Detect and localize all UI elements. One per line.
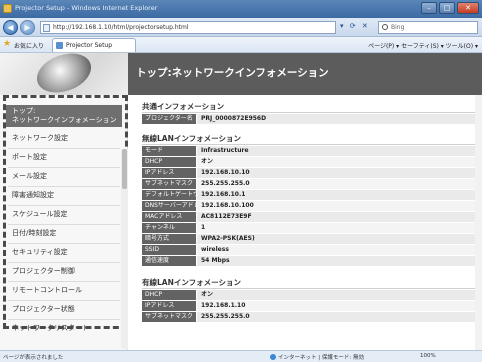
info-key: プロジェクター名 — [142, 114, 196, 124]
info-key: モード — [142, 146, 196, 156]
info-row: MACアドレス AC8112E73E9F — [142, 212, 482, 222]
favorites-label[interactable]: お気に入り — [14, 41, 44, 50]
info-value: PRJ_0000872E956D — [197, 114, 482, 124]
info-value: wireless — [197, 245, 482, 255]
info-row: チャンネル 1 — [142, 223, 482, 233]
info-key: 暗号方式 — [142, 234, 196, 244]
window-title: Projector Setup - Windows Internet Explo… — [15, 4, 158, 12]
info-key: SSID — [142, 245, 196, 255]
sidebar-highlight-frame — [3, 95, 128, 329]
page-header: トップ:ネットワークインフォメーション — [128, 53, 482, 95]
maximize-button[interactable]: □ — [439, 2, 455, 14]
sidebar-scrollbar[interactable] — [121, 149, 128, 349]
navigation-bar: ◀ ▶ http://192.168.1.10/html/projectorse… — [0, 18, 482, 37]
address-url[interactable]: http://192.168.1.10/html/projectorsetup.… — [53, 24, 189, 31]
info-row: サブネットマスク 255.255.255.0 — [142, 312, 482, 322]
info-row: 暗号方式 WPA2-PSK(AES) — [142, 234, 482, 244]
back-button[interactable]: ◀ — [3, 20, 18, 35]
browser-tab[interactable]: Projector Setup — [52, 38, 136, 52]
info-row: DNSサーバーアドレス 192.168.10.100 — [142, 201, 482, 211]
favorites-bar: ★ お気に入り Projector Setup ページ(P) ▾ セーフティ(S… — [0, 37, 482, 53]
search-box[interactable]: Bing — [378, 21, 478, 34]
web-page: トップ:ネットワークインフォメーション トップ: ネットワークインフォメーション… — [0, 46, 482, 350]
info-key: MACアドレス — [142, 212, 196, 222]
status-bar: ページが表示されました インターネット | 保護モード: 無効 100% — [0, 350, 482, 362]
security-zone: インターネット | 保護モード: 無効 — [270, 353, 364, 361]
info-key: IPアドレス — [142, 168, 196, 178]
info-row: DHCP オン — [142, 157, 482, 167]
search-icon — [382, 24, 388, 30]
info-key: DHCP — [142, 290, 196, 300]
info-key: 通信速度 — [142, 256, 196, 266]
info-value: 192.168.10.10 — [197, 168, 482, 178]
info-key: サブネットマスク — [142, 179, 196, 189]
info-value: 1 — [197, 223, 482, 233]
section-divider — [142, 144, 482, 145]
info-value: 255.255.255.0 — [197, 312, 482, 322]
info-row: 通信速度 54 Mbps — [142, 256, 482, 266]
projector-logo — [0, 46, 128, 100]
section-title-wired: 有線LANインフォメーション — [142, 278, 241, 287]
info-key: IPアドレス — [142, 301, 196, 311]
info-row: IPアドレス 192.168.1.10 — [142, 301, 482, 311]
network-information-panel: 共通インフォメーション プロジェクター名 PRJ_0000872E956D 無線… — [138, 95, 482, 350]
projector-lens-image — [31, 46, 97, 100]
zoom-level[interactable]: 100% — [420, 353, 436, 359]
info-row: SSID wireless — [142, 245, 482, 255]
section-title-common: 共通インフォメーション — [142, 102, 225, 111]
tab-label: Projector Setup — [66, 42, 113, 49]
info-value: AC8112E73E9F — [197, 212, 482, 222]
info-row: DHCP オン — [142, 290, 482, 300]
window-titlebar: Projector Setup - Windows Internet Explo… — [0, 0, 482, 18]
info-key: サブネットマスク — [142, 312, 196, 322]
section-divider — [142, 112, 482, 113]
info-value: WPA2-PSK(AES) — [197, 234, 482, 244]
info-value: 192.168.1.10 — [197, 301, 482, 311]
command-bar[interactable]: ページ(P) ▾ セーフティ(S) ▾ ツール(O) ▾ — [368, 41, 478, 50]
info-value: Infrastructure — [197, 146, 482, 156]
ie-icon — [3, 4, 12, 13]
info-value: 192.168.10.1 — [197, 190, 482, 200]
info-value: オン — [197, 290, 482, 300]
page-title: トップ:ネットワークインフォメーション — [136, 67, 329, 79]
page-scrollbar[interactable] — [475, 95, 482, 350]
info-row: プロジェクター名 PRJ_0000872E956D — [142, 114, 482, 124]
info-row: サブネットマスク 255.255.255.0 — [142, 179, 482, 189]
info-row: IPアドレス 192.168.10.10 — [142, 168, 482, 178]
info-row: デフォルトゲートウェイ 192.168.10.1 — [142, 190, 482, 200]
security-zone-label: インターネット | 保護モード: 無効 — [278, 355, 364, 361]
close-button[interactable]: ✕ — [457, 2, 479, 14]
favorites-star-icon[interactable]: ★ — [3, 39, 11, 49]
globe-icon — [270, 354, 276, 360]
info-value: 255.255.255.0 — [197, 179, 482, 189]
info-key: DHCP — [142, 157, 196, 167]
page-icon — [43, 24, 50, 32]
address-bar[interactable]: http://192.168.1.10/html/projectorsetup.… — [40, 21, 336, 34]
info-key: デフォルトゲートウェイ — [142, 190, 196, 200]
section-title-wireless: 無線LANインフォメーション — [142, 134, 241, 143]
info-key: チャンネル — [142, 223, 196, 233]
section-divider — [142, 288, 482, 289]
forward-button[interactable]: ▶ — [20, 20, 35, 35]
address-tools[interactable]: ▾ ⟳ ✕ — [340, 22, 370, 30]
sidebar-scrollbar-thumb[interactable] — [122, 149, 127, 189]
tab-page-icon — [56, 42, 63, 49]
minimize-button[interactable]: – — [421, 2, 437, 14]
status-text: ページが表示されました — [3, 355, 64, 361]
search-placeholder[interactable]: Bing — [391, 24, 404, 31]
info-value: 54 Mbps — [197, 256, 482, 266]
info-value: オン — [197, 157, 482, 167]
info-value: 192.168.10.100 — [197, 201, 482, 211]
info-key: DNSサーバーアドレス — [142, 201, 196, 211]
info-row: モード Infrastructure — [142, 146, 482, 156]
